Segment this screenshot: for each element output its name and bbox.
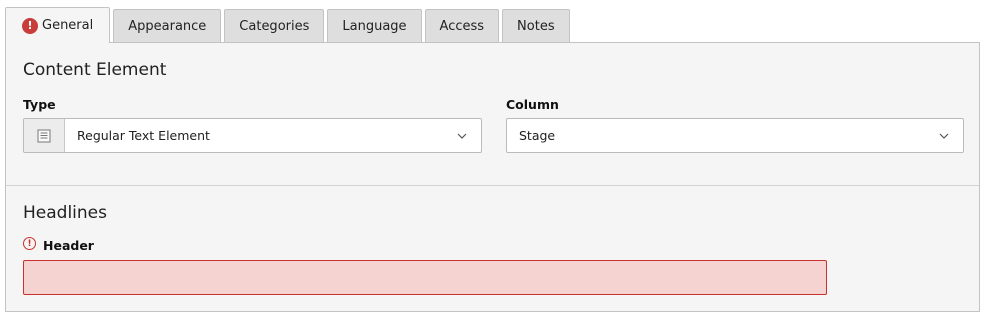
- header-label: Header: [43, 238, 94, 253]
- tab-general[interactable]: ! General: [5, 7, 111, 43]
- text-element-icon: [24, 119, 65, 152]
- tab-label: Categories: [239, 19, 310, 34]
- tab-categories[interactable]: Categories: [224, 9, 325, 43]
- type-select[interactable]: Regular Text Element: [23, 118, 482, 153]
- chevron-down-icon: [933, 133, 955, 139]
- column-select[interactable]: Stage: [506, 118, 964, 153]
- type-label: Type: [23, 97, 56, 112]
- tab-label: Access: [439, 19, 485, 34]
- tab-appearance[interactable]: Appearance: [113, 9, 222, 43]
- section-divider: [6, 185, 979, 186]
- type-value: Regular Text Element: [77, 128, 210, 143]
- tab-access[interactable]: Access: [424, 9, 500, 43]
- tab-label: Language: [342, 19, 407, 34]
- tab-label: Appearance: [128, 19, 207, 34]
- tab-label: General: [42, 18, 94, 33]
- chevron-down-icon: [451, 133, 473, 139]
- tab-language[interactable]: Language: [327, 9, 422, 43]
- headlines-title: Headlines: [23, 203, 107, 223]
- error-icon: !: [22, 17, 38, 34]
- column-value: Stage: [519, 128, 556, 143]
- content-element-title: Content Element: [23, 60, 167, 80]
- tab-notes[interactable]: Notes: [502, 9, 570, 43]
- column-label: Column: [506, 97, 559, 112]
- general-panel: Content Element Type Regular Text Elemen…: [5, 42, 980, 312]
- tab-label: Notes: [517, 19, 555, 34]
- tab-bar: ! General Appearance Categories Language…: [5, 7, 573, 43]
- warning-icon: !: [23, 237, 36, 250]
- header-input[interactable]: [23, 260, 827, 295]
